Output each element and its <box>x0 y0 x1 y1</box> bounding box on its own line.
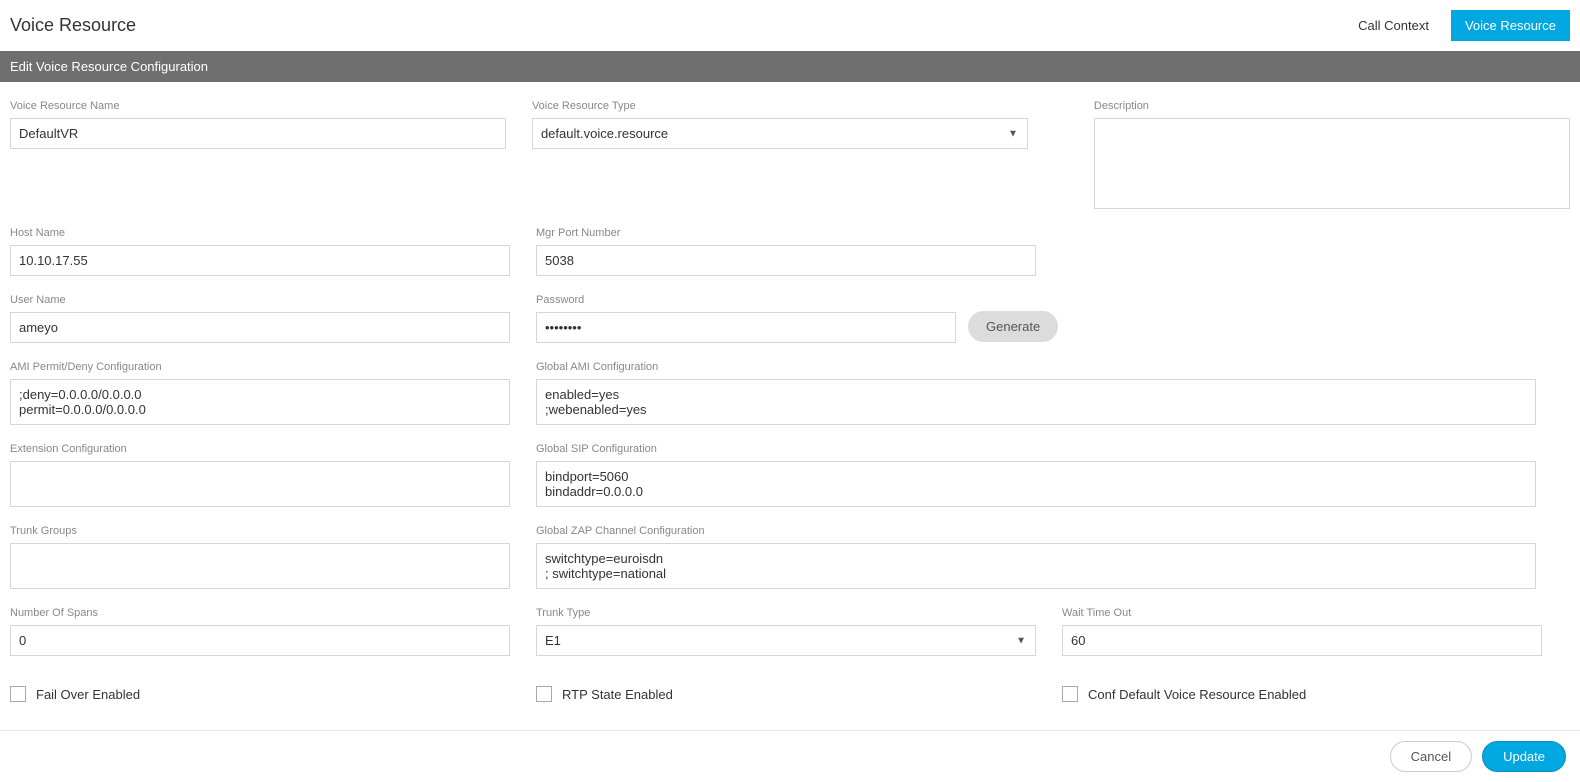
field-conf-default-vr-enabled: Conf Default Voice Resource Enabled <box>1062 686 1542 702</box>
input-password[interactable] <box>536 312 956 343</box>
field-rtp-state-enabled: RTP State Enabled <box>536 686 1036 702</box>
input-wait-time-out[interactable] <box>1062 625 1542 656</box>
field-user-name: User Name <box>10 294 510 343</box>
label-trunk-type: Trunk Type <box>536 607 1036 619</box>
label-password: Password <box>536 294 956 306</box>
input-voice-resource-name[interactable] <box>10 118 506 149</box>
label-global-ami: Global AMI Configuration <box>536 361 1536 373</box>
field-ami-permit-deny: AMI Permit/Deny Configuration <box>10 361 510 425</box>
textarea-description[interactable] <box>1094 118 1570 209</box>
label-fail-over-enabled: Fail Over Enabled <box>36 687 140 702</box>
textarea-trunk-groups[interactable] <box>10 543 510 589</box>
textarea-global-zap[interactable] <box>536 543 1536 589</box>
textarea-ami-permit-deny[interactable] <box>10 379 510 425</box>
label-user-name: User Name <box>10 294 510 306</box>
field-voice-resource-type: Voice Resource Type ▼ <box>532 100 1028 209</box>
input-user-name[interactable] <box>10 312 510 343</box>
label-global-zap: Global ZAP Channel Configuration <box>536 525 1536 537</box>
label-description: Description <box>1094 100 1570 112</box>
field-fail-over-enabled: Fail Over Enabled <box>10 686 510 702</box>
label-conf-default-vr-enabled: Conf Default Voice Resource Enabled <box>1088 687 1306 702</box>
textarea-global-ami[interactable] <box>536 379 1536 425</box>
label-rtp-state-enabled: RTP State Enabled <box>562 687 673 702</box>
field-mgr-port-number: Mgr Port Number <box>536 227 1036 276</box>
label-number-of-spans: Number Of Spans <box>10 607 510 619</box>
field-description: Description <box>1094 100 1570 209</box>
field-extension-config: Extension Configuration <box>10 443 510 507</box>
field-global-zap: Global ZAP Channel Configuration <box>536 525 1536 589</box>
textarea-global-sip[interactable] <box>536 461 1536 507</box>
cancel-button[interactable]: Cancel <box>1390 741 1472 772</box>
field-host-name: Host Name <box>10 227 510 276</box>
generate-button[interactable]: Generate <box>968 311 1058 342</box>
input-number-of-spans[interactable] <box>10 625 510 656</box>
select-trunk-type[interactable] <box>536 625 1036 656</box>
form-area: Voice Resource Name Voice Resource Type … <box>0 82 1580 730</box>
update-button[interactable]: Update <box>1482 741 1566 772</box>
label-ami-permit-deny: AMI Permit/Deny Configuration <box>10 361 510 373</box>
label-host-name: Host Name <box>10 227 510 239</box>
field-wait-time-out: Wait Time Out <box>1062 607 1542 656</box>
label-wait-time-out: Wait Time Out <box>1062 607 1542 619</box>
label-global-sip: Global SIP Configuration <box>536 443 1536 455</box>
label-voice-resource-type: Voice Resource Type <box>532 100 1028 112</box>
label-trunk-groups: Trunk Groups <box>10 525 510 537</box>
field-trunk-groups: Trunk Groups <box>10 525 510 589</box>
select-voice-resource-type[interactable] <box>532 118 1028 149</box>
label-voice-resource-name: Voice Resource Name <box>10 100 506 112</box>
field-number-of-spans: Number Of Spans <box>10 607 510 656</box>
input-host-name[interactable] <box>10 245 510 276</box>
section-header: Edit Voice Resource Configuration <box>0 51 1580 82</box>
label-mgr-port-number: Mgr Port Number <box>536 227 1036 239</box>
field-trunk-type: Trunk Type ▼ <box>536 607 1036 656</box>
tab-voice-resource[interactable]: Voice Resource <box>1451 10 1570 41</box>
page-title: Voice Resource <box>10 15 136 36</box>
checkbox-fail-over-enabled[interactable] <box>10 686 26 702</box>
label-extension-config: Extension Configuration <box>10 443 510 455</box>
top-bar: Voice Resource Call Context Voice Resour… <box>0 0 1580 51</box>
input-mgr-port-number[interactable] <box>536 245 1036 276</box>
field-global-sip: Global SIP Configuration <box>536 443 1536 507</box>
checkbox-rtp-state-enabled[interactable] <box>536 686 552 702</box>
tab-call-context[interactable]: Call Context <box>1344 10 1443 41</box>
textarea-extension-config[interactable] <box>10 461 510 507</box>
field-global-ami: Global AMI Configuration <box>536 361 1536 425</box>
field-password: Password <box>536 294 956 343</box>
checkbox-conf-default-vr-enabled[interactable] <box>1062 686 1078 702</box>
tab-strip: Call Context Voice Resource <box>1344 10 1570 41</box>
footer-bar: Cancel Update <box>0 730 1580 782</box>
field-voice-resource-name: Voice Resource Name <box>10 100 506 209</box>
